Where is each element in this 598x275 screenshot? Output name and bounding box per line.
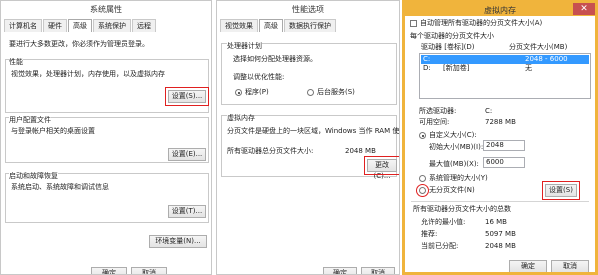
tab-system-protection[interactable]: 系统保护 bbox=[93, 19, 131, 32]
totals-divider bbox=[411, 201, 589, 202]
background-services-radio[interactable] bbox=[307, 89, 314, 96]
performance-options-title: 性能选项 bbox=[292, 5, 324, 14]
performance-group bbox=[5, 59, 209, 113]
environment-variables-button[interactable]: 环境变量(N)... bbox=[149, 235, 207, 248]
total-paging-file-value: 2048 MB bbox=[345, 147, 376, 155]
virtual-memory-titlebar[interactable]: 虚拟内存 ✕ bbox=[405, 3, 595, 16]
startup-recovery-group-label: 启动和故障恢复 bbox=[9, 172, 58, 181]
programs-radio-label[interactable]: 程序(P) bbox=[245, 88, 269, 97]
min-allowed-label: 允许的最小值: bbox=[421, 218, 466, 226]
free-space-label: 可用空间: bbox=[419, 118, 450, 126]
auto-manage-label[interactable]: 自动管理所有驱动器的分页文件大小(A) bbox=[420, 19, 542, 28]
min-allowed-value: 16 MB bbox=[485, 218, 507, 226]
processor-scheduling-description: 选择如何分配处理器资源。 bbox=[233, 55, 317, 63]
size-column-header: 分页文件大小(MB) bbox=[509, 43, 568, 51]
drive-letter: D: bbox=[423, 64, 431, 72]
system-properties-ok-button[interactable]: 确定 bbox=[91, 267, 127, 274]
virtual-memory-window: 虚拟内存 ✕ 自动管理所有驱动器的分页文件大小(A) 每个驱动器的分页文件大小 … bbox=[402, 0, 598, 275]
system-properties-cancel-button[interactable]: 取消 bbox=[131, 267, 167, 274]
no-paging-file-radio[interactable] bbox=[416, 184, 429, 197]
processor-scheduling-label: 处理器计划 bbox=[227, 42, 262, 51]
system-managed-label[interactable]: 系统管理的大小(Y) bbox=[429, 174, 488, 183]
drive-volume-label: [新加卷] bbox=[443, 64, 470, 72]
tab-dep[interactable]: 数据执行保护 bbox=[284, 19, 336, 32]
virtual-memory-cancel-button[interactable]: 取消 bbox=[551, 260, 589, 272]
max-size-label: 最大值(MB)(X): bbox=[429, 160, 479, 168]
performance-options-cancel-button[interactable]: 取消 bbox=[361, 267, 395, 274]
admin-note: 要进行大多数更改，你必须作为管理员登录。 bbox=[9, 40, 149, 48]
adjust-performance-label: 调整以优化性能: bbox=[233, 73, 285, 81]
custom-size-radio[interactable] bbox=[419, 132, 426, 139]
performance-options-window: 性能选项 视觉效果 高级 数据执行保护 处理器计划 选择如何分配处理器资源。 调… bbox=[216, 0, 400, 275]
system-properties-titlebar[interactable]: 系统属性 bbox=[1, 1, 211, 17]
system-properties-tabs: 计算机名 硬件 高级 系统保护 远程 bbox=[4, 19, 157, 32]
max-size-input[interactable]: 6000 bbox=[483, 157, 525, 168]
performance-options-tabs: 视觉效果 高级 数据执行保护 bbox=[220, 19, 337, 32]
tab-advanced[interactable]: 高级 bbox=[68, 19, 92, 32]
drive-size: 2048 - 6000 bbox=[525, 55, 568, 63]
performance-description: 视觉效果，处理器计划，内存使用，以及虚拟内存 bbox=[11, 70, 165, 78]
custom-size-label[interactable]: 自定义大小(C): bbox=[429, 131, 477, 140]
startup-recovery-description: 系统启动、系统故障和调试信息 bbox=[11, 183, 109, 191]
drive-row-d[interactable]: D: [新加卷] 无 bbox=[421, 64, 589, 73]
virtual-memory-description: 分页文件是硬盘上的一块区域，Windows 当作 RAM 使用。 bbox=[227, 127, 400, 135]
performance-group-label: 性能 bbox=[9, 58, 23, 67]
performance-settings-button[interactable]: 设置(S)... bbox=[165, 87, 209, 106]
tab-computer-name[interactable]: 计算机名 bbox=[4, 19, 42, 32]
per-drive-label: 每个驱动器的分页文件大小 bbox=[410, 32, 494, 40]
current-allocated-value: 2048 MB bbox=[485, 242, 516, 250]
current-allocated-label: 当前已分配: bbox=[421, 242, 459, 250]
user-profiles-group-label: 用户配置文件 bbox=[9, 116, 51, 125]
drive-letter: C: bbox=[423, 55, 431, 63]
initial-size-label: 初始大小(MB)(I): bbox=[429, 143, 484, 151]
system-managed-radio[interactable] bbox=[419, 175, 426, 182]
no-paging-file-label[interactable]: 无分页文件(N) bbox=[429, 186, 475, 195]
close-icon[interactable]: ✕ bbox=[573, 3, 595, 15]
recommended-label: 推荐: bbox=[421, 230, 438, 238]
selected-drive-label: 所选驱动器: bbox=[419, 107, 457, 115]
auto-manage-checkbox[interactable] bbox=[410, 20, 417, 27]
startup-recovery-settings-button[interactable]: 设置(T)... bbox=[168, 205, 206, 218]
performance-options-ok-button[interactable]: 确定 bbox=[323, 267, 357, 274]
system-properties-window: 系统属性 计算机名 硬件 高级 系统保护 远程 要进行大多数更改，你必须作为管理… bbox=[0, 0, 212, 275]
tab-remote[interactable]: 远程 bbox=[132, 19, 156, 32]
user-profiles-settings-button[interactable]: 设置(E)... bbox=[168, 148, 206, 161]
background-services-radio-label[interactable]: 后台服务(S) bbox=[317, 88, 355, 97]
change-virtual-memory-button[interactable]: 更改(C)... bbox=[364, 156, 399, 180]
drive-size: 无 bbox=[525, 64, 532, 72]
virtual-memory-title: 虚拟内存 bbox=[484, 6, 516, 15]
drive-row-c[interactable]: C: 2048 - 6000 bbox=[421, 55, 589, 64]
virtual-memory-ok-button[interactable]: 确定 bbox=[509, 260, 547, 272]
initial-size-input[interactable]: 2048 bbox=[483, 140, 525, 151]
drive-column-header: 驱动器 [卷标](D) bbox=[421, 43, 475, 51]
user-profiles-description: 与登录帐户相关的桌面设置 bbox=[11, 127, 95, 135]
recommended-value: 5097 MB bbox=[485, 230, 516, 238]
totals-label: 所有驱动器分页文件大小的总数 bbox=[413, 205, 511, 213]
tab-visual-effects[interactable]: 视觉效果 bbox=[220, 19, 258, 32]
set-button[interactable]: 设置(S) bbox=[542, 181, 580, 200]
system-properties-title: 系统属性 bbox=[90, 5, 122, 14]
programs-radio[interactable] bbox=[235, 89, 242, 96]
tab-hardware[interactable]: 硬件 bbox=[43, 19, 67, 32]
free-space-value: 7288 MB bbox=[485, 118, 516, 126]
tab-advanced-perf[interactable]: 高级 bbox=[259, 19, 283, 32]
total-paging-file-label: 所有驱动器总分页文件大小: bbox=[227, 147, 314, 155]
virtual-memory-label: 虚拟内存 bbox=[227, 114, 255, 123]
selected-drive-value: C: bbox=[485, 107, 493, 115]
drive-list[interactable]: C: 2048 - 6000 D: [新加卷] 无 bbox=[419, 53, 591, 99]
performance-options-titlebar[interactable]: 性能选项 bbox=[217, 1, 399, 17]
